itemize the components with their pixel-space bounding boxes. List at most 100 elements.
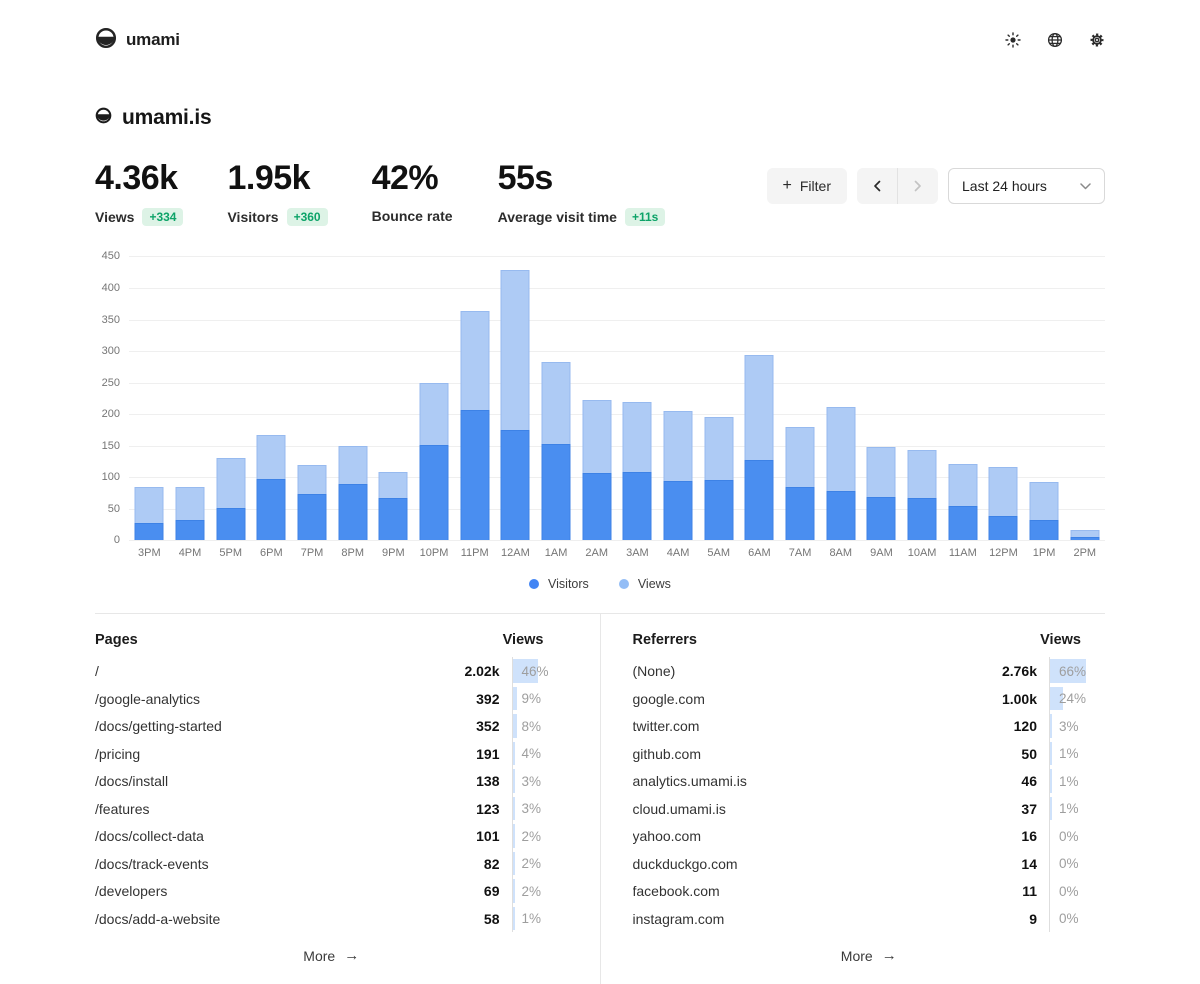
percent-text: 2% <box>522 884 542 899</box>
referrer-row[interactable]: google.com1.00k24% <box>633 685 1106 713</box>
bar-2am[interactable] <box>576 256 617 540</box>
row-value: 120 <box>1014 718 1037 734</box>
referrer-row[interactable]: (None)2.76k66% <box>633 657 1106 685</box>
bar-4am[interactable] <box>658 256 699 540</box>
bar-7am[interactable] <box>780 256 821 540</box>
metric-label: Bounce rate <box>372 208 453 224</box>
page-row[interactable]: /docs/track-events822% <box>95 850 568 878</box>
bar-12pm[interactable] <box>983 256 1024 540</box>
bar-5am[interactable] <box>698 256 739 540</box>
row-percent: 3% <box>512 767 568 795</box>
referrer-row[interactable]: github.com501% <box>633 740 1106 768</box>
page-row[interactable]: /docs/getting-started3528% <box>95 712 568 740</box>
bar-9pm[interactable] <box>373 256 414 540</box>
prev-period-button[interactable] <box>857 168 897 204</box>
page-row[interactable]: /2.02k46% <box>95 657 568 685</box>
row-value: 101 <box>476 828 499 844</box>
theme-icon[interactable] <box>1005 32 1021 48</box>
referrer-row[interactable]: facebook.com110% <box>633 877 1106 905</box>
referrer-row[interactable]: yahoo.com160% <box>633 822 1106 850</box>
filter-button[interactable]: + Filter <box>767 168 847 204</box>
bar-11pm[interactable] <box>454 256 495 540</box>
referrers-table: Referrers Views (None)2.76k66%google.com… <box>601 614 1106 984</box>
next-period-button[interactable] <box>898 168 938 204</box>
row-value: 392 <box>476 691 499 707</box>
referrer-row[interactable]: analytics.umami.is461% <box>633 767 1106 795</box>
row-value: 138 <box>476 773 499 789</box>
bar-8am[interactable] <box>820 256 861 540</box>
bar-12am[interactable] <box>495 256 536 540</box>
bar-7pm[interactable] <box>292 256 333 540</box>
row-percent: 9% <box>512 685 568 713</box>
y-axis-tick: 350 <box>102 314 120 326</box>
metric-change-badge: +11s <box>625 208 665 226</box>
bar-6pm[interactable] <box>251 256 292 540</box>
row-label: instagram.com <box>633 911 1030 927</box>
row-percent: 2% <box>512 850 568 878</box>
percent-text: 1% <box>1059 746 1079 761</box>
x-axis-label: 10PM <box>414 547 455 559</box>
row-label: /docs/install <box>95 773 476 789</box>
referrer-row[interactable]: cloud.umami.is371% <box>633 795 1106 823</box>
metric-value: 55s <box>498 160 666 197</box>
referrer-row[interactable]: duckduckgo.com140% <box>633 850 1106 878</box>
legend-item-views[interactable]: Views <box>619 577 671 591</box>
bar-8pm[interactable] <box>332 256 373 540</box>
percent-text: 0% <box>1059 911 1079 926</box>
y-axis-tick: 450 <box>102 250 120 262</box>
chart-x-axis: 3PM4PM5PM6PM7PM8PM9PM10PM11PM12AM1AM2AM3… <box>129 547 1105 559</box>
referrer-row[interactable]: instagram.com9 0% <box>633 905 1106 933</box>
page-row[interactable]: /developers692% <box>95 877 568 905</box>
bar-1am[interactable] <box>536 256 577 540</box>
referrer-row[interactable]: twitter.com1203% <box>633 712 1106 740</box>
visitors-bar <box>948 506 977 541</box>
x-axis-label: 6PM <box>251 547 292 559</box>
date-pager <box>857 168 938 204</box>
pages-table-header: Pages Views <box>95 632 568 657</box>
page-row[interactable]: /google-analytics3929% <box>95 685 568 713</box>
row-value: 9 <box>1029 911 1037 927</box>
x-axis-label: 12AM <box>495 547 536 559</box>
percent-text: 2% <box>522 856 542 871</box>
date-range-select[interactable]: Last 24 hours <box>948 168 1105 204</box>
bar-3pm[interactable] <box>129 256 170 540</box>
page-row[interactable]: /features1233% <box>95 795 568 823</box>
visitors-bar <box>216 508 245 540</box>
percent-fill-bar <box>513 797 515 821</box>
page-row[interactable]: /docs/install138 3% <box>95 767 568 795</box>
row-percent: 2% <box>512 822 568 850</box>
bar-3am[interactable] <box>617 256 658 540</box>
bar-5pm[interactable] <box>210 256 251 540</box>
percent-text: 3% <box>522 774 542 789</box>
header-icons <box>1005 32 1105 48</box>
brand-logo[interactable]: umami <box>95 27 180 54</box>
page-row[interactable]: /pricing1914% <box>95 740 568 768</box>
visitors-bar <box>420 445 449 540</box>
bar-10am[interactable] <box>902 256 943 540</box>
bar-10pm[interactable] <box>414 256 455 540</box>
bar-2pm[interactable] <box>1064 256 1105 540</box>
row-label: /docs/collect-data <box>95 828 476 844</box>
legend-item-visitors[interactable]: Visitors <box>529 577 589 591</box>
pages-more-link[interactable]: More → <box>303 947 359 964</box>
bar-6am[interactable] <box>739 256 780 540</box>
visitors-bar <box>542 444 571 541</box>
row-value: 82 <box>484 856 500 872</box>
page-row[interactable]: /docs/collect-data101 2% <box>95 822 568 850</box>
x-axis-label: 2PM <box>1064 547 1105 559</box>
referrers-more-link[interactable]: More → <box>841 947 897 964</box>
page-row[interactable]: /docs/add-a-website581% <box>95 905 568 933</box>
bar-1pm[interactable] <box>1024 256 1065 540</box>
percent-text: 9% <box>522 691 542 706</box>
bar-4pm[interactable] <box>170 256 211 540</box>
x-axis-label: 1AM <box>536 547 577 559</box>
legend-dot <box>529 579 539 589</box>
bar-9am[interactable] <box>861 256 902 540</box>
referrers-table-header: Referrers Views <box>633 632 1106 657</box>
row-value: 123 <box>476 801 499 817</box>
x-axis-label: 5AM <box>698 547 739 559</box>
visitors-bar <box>867 497 896 541</box>
bar-11am[interactable] <box>942 256 983 540</box>
settings-icon[interactable] <box>1089 32 1105 48</box>
language-icon[interactable] <box>1047 32 1063 48</box>
